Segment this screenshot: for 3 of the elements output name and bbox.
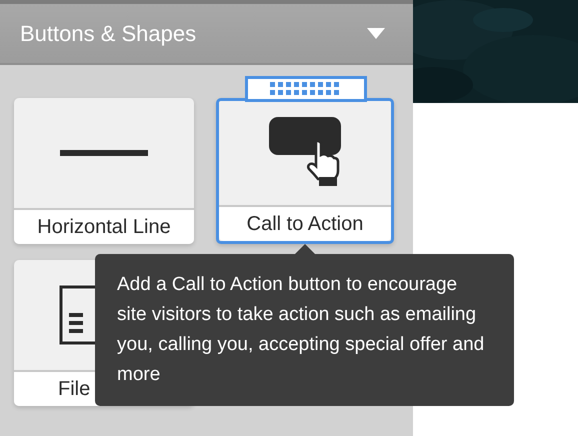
panel-title: Buttons & Shapes: [20, 20, 196, 46]
tile-label: Call to Action: [219, 205, 391, 241]
tile-label: Horizontal Line: [14, 208, 194, 244]
